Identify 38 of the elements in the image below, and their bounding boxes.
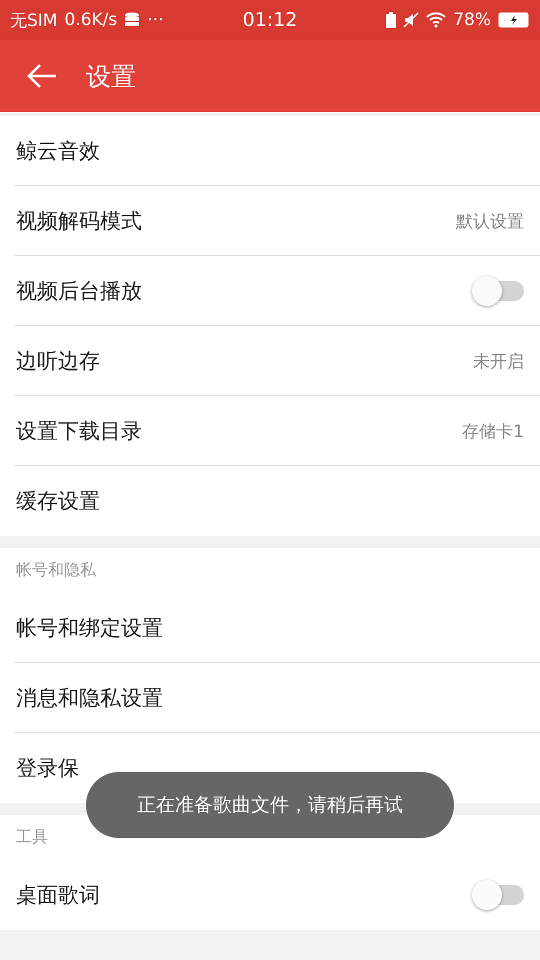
wifi-icon bbox=[426, 12, 446, 28]
row-value: 存储卡1 bbox=[462, 420, 524, 442]
settings-row[interactable]: 消息和隐私设置 bbox=[0, 663, 540, 733]
clock: 01:12 bbox=[242, 9, 298, 31]
row-label: 消息和隐私设置 bbox=[16, 685, 163, 712]
settings-row[interactable]: 鲸云音效 bbox=[0, 116, 540, 186]
row-label: 帐号和绑定设置 bbox=[16, 615, 163, 642]
row-label: 视频后台播放 bbox=[16, 278, 142, 305]
settings-row[interactable]: 缓存设置 bbox=[0, 466, 540, 536]
battery-saver-icon bbox=[386, 12, 396, 28]
row-label: 缓存设置 bbox=[16, 488, 100, 515]
back-icon[interactable] bbox=[26, 63, 58, 89]
settings-row[interactable]: 边听边存 未开启 bbox=[0, 326, 540, 396]
row-label: 设置下载目录 bbox=[16, 418, 142, 445]
row-label: 鲸云音效 bbox=[16, 138, 100, 165]
page-title: 设置 bbox=[86, 60, 136, 92]
battery-icon bbox=[498, 12, 530, 28]
settings-row[interactable]: 设置下载目录 存储卡1 bbox=[0, 396, 540, 466]
row-value: 未开启 bbox=[473, 350, 524, 372]
row-value: 默认设置 bbox=[456, 210, 524, 232]
toggle-switch[interactable] bbox=[472, 276, 524, 306]
network-speed: 0.6K/s bbox=[64, 10, 118, 30]
section-title: 帐号和隐私 bbox=[0, 548, 540, 593]
toggle-switch[interactable] bbox=[472, 880, 524, 910]
settings-row[interactable]: 桌面歌词 bbox=[0, 860, 540, 930]
row-label: 边听边存 bbox=[16, 348, 100, 375]
battery-percent: 78% bbox=[453, 10, 491, 30]
row-label: 登录保 bbox=[16, 755, 79, 782]
mute-icon bbox=[403, 12, 420, 28]
message-toast: 正在准备歌曲文件，请稍后再试 bbox=[86, 772, 454, 838]
settings-row[interactable]: 视频后台播放 bbox=[0, 256, 540, 326]
settings-row[interactable]: 视频解码模式 默认设置 bbox=[0, 186, 540, 256]
carrier-text: 无SIM bbox=[10, 10, 58, 32]
more-dots: ··· bbox=[147, 10, 164, 30]
settings-row[interactable]: 帐号和绑定设置 bbox=[0, 593, 540, 663]
database-icon bbox=[124, 12, 140, 28]
row-label: 视频解码模式 bbox=[16, 208, 142, 235]
row-label: 桌面歌词 bbox=[16, 882, 100, 909]
